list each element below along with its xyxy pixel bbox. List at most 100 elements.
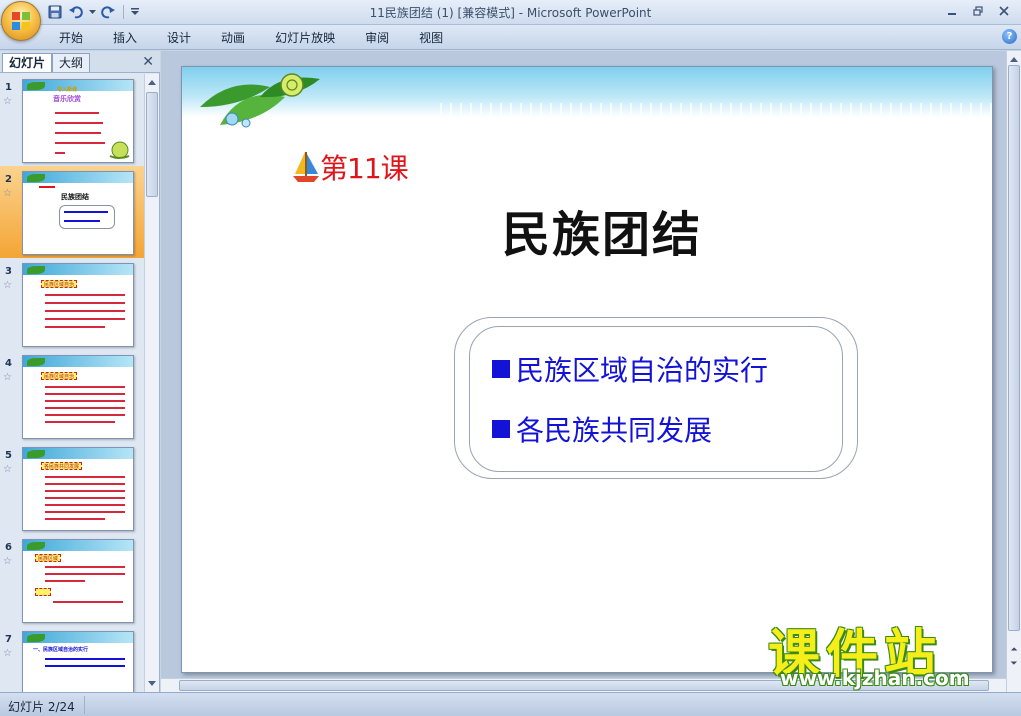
slide-thumbnail-4[interactable]: 4 ☆ 民族区域自治 — [0, 350, 144, 442]
thumbnail-title: 民族团结 — [61, 193, 89, 201]
thumbnail-text-line — [45, 504, 125, 506]
thumbnail-title: 一、民族区域自治的实行 — [33, 647, 89, 653]
thumbnail-label: 民族区域 — [35, 554, 62, 562]
thumbnail-card: 民族区域自治 — [22, 263, 134, 347]
tab-animations[interactable]: 动画 — [209, 29, 257, 47]
leaf-snail-decoration-icon — [200, 73, 320, 128]
watermark-url: www.kjzhan.com — [780, 666, 970, 690]
animation-star-icon: ☆ — [3, 96, 12, 107]
thumbnail-label: 民族区域自治 — [41, 372, 78, 380]
scrollbar-thumb[interactable] — [146, 92, 158, 197]
thumbnail-text-line — [55, 132, 101, 134]
slide-thumbnail-6[interactable]: 6 ☆ 民族区域 — [0, 534, 144, 626]
slide-number: 1 — [5, 82, 12, 93]
animation-star-icon: ☆ — [3, 556, 12, 567]
slide-thumbnails: 1 ☆ 导入新课 音乐欣赏 2 ☆ 民族团结 3 ☆ 民族区域自治 4 ☆ 民族… — [0, 74, 144, 692]
snail-decoration-icon — [109, 141, 130, 159]
ribbon-tabs: 开始 插入 设计 动画 幻灯片放映 审阅 视图 — [47, 29, 461, 47]
thumbnail-card: 民族区域 — [22, 539, 134, 623]
lesson-heading: 第11课 — [292, 147, 409, 187]
bullet-square-icon — [492, 420, 510, 438]
slide-number: 5 — [5, 450, 12, 461]
scrollbar-thumb[interactable] — [1008, 65, 1020, 631]
slide-thumbnail-7[interactable]: 7 ☆ 一、民族区域自治的实行 — [0, 626, 144, 692]
sailboat-icon — [293, 152, 319, 182]
thumbnail-text-line — [55, 142, 105, 144]
watermark: 课件站 www.kjzhan.com — [768, 612, 1008, 692]
title-bar: 11民族团结 (1) [兼容模式] - Microsoft PowerPoint — [0, 0, 1021, 25]
thumbnail-text-line — [45, 580, 85, 582]
thumbnail-text-line — [45, 566, 125, 568]
thumbnail-text-line — [55, 112, 99, 114]
tab-slide-show[interactable]: 幻灯片放映 — [263, 29, 347, 47]
thumbnail-card: 民族区域自治 — [22, 355, 134, 439]
leaf-decoration-icon — [27, 358, 45, 366]
thumbnail-text-line — [45, 400, 125, 402]
slide-header-pattern — [432, 103, 992, 115]
slide-number: 4 — [5, 358, 12, 369]
panel-tabs: 幻灯片 大纲 ✕ — [0, 51, 160, 73]
previous-slide-icon[interactable]: ⏶ — [1008, 645, 1020, 657]
editor-vertical-scrollbar[interactable]: ⏶ ⏷ — [1006, 51, 1021, 692]
tab-home[interactable]: 开始 — [47, 29, 95, 47]
bullet-text: 各民族共同发展 — [516, 414, 713, 447]
scroll-down-icon[interactable] — [148, 681, 156, 686]
tab-design[interactable]: 设计 — [155, 29, 203, 47]
thumbnail-text-line — [53, 601, 123, 603]
next-slide-icon[interactable]: ⏷ — [1008, 659, 1020, 671]
thumbnail-text-line — [45, 386, 125, 388]
slide-thumbnail-3[interactable]: 3 ☆ 民族区域自治 — [0, 258, 144, 350]
slide-thumbnail-2[interactable]: 2 ☆ 民族团结 — [0, 166, 144, 258]
thumbnail-text-line — [45, 310, 125, 312]
leaf-decoration-icon — [27, 634, 45, 642]
slide-thumbnail-5[interactable]: 5 ☆ 各民族共同发展 — [0, 442, 144, 534]
slide-thumbnail-1[interactable]: 1 ☆ 导入新课 音乐欣赏 — [0, 74, 144, 166]
scroll-up-icon[interactable] — [148, 80, 156, 85]
thumbnail-text-line — [64, 211, 108, 213]
close-panel-icon[interactable]: ✕ — [142, 54, 154, 70]
thumbnail-text-line — [45, 511, 125, 513]
close-window-button[interactable] — [993, 2, 1015, 20]
tab-insert[interactable]: 插入 — [101, 29, 149, 47]
leaf-decoration-icon — [27, 174, 45, 182]
thumbnail-text-line — [45, 490, 125, 492]
thumbnail-box — [59, 205, 115, 229]
leaf-decoration-icon — [27, 82, 45, 90]
thumbnail-title: 音乐欣赏 — [53, 95, 81, 103]
bullet-text: 民族区域自治的实行 — [516, 354, 769, 387]
slide-editor: 第11课 民族团结 民族区域自治的实行 各民族共同发展 — [161, 51, 1006, 692]
bullet-item-2: 各民族共同发展 — [492, 409, 712, 449]
minimize-button[interactable] — [941, 2, 963, 20]
ribbon: 开始 插入 设计 动画 幻灯片放映 审阅 视图 ? — [0, 25, 1021, 50]
current-slide[interactable]: 第11课 民族团结 民族区域自治的实行 各民族共同发展 — [181, 66, 993, 673]
thumbnail-card: 各民族共同发展 — [22, 447, 134, 531]
window-title: 11民族团结 (1) [兼容模式] - Microsoft PowerPoint — [369, 6, 652, 20]
thumbnail-text-line — [45, 518, 105, 520]
thumbnail-text-line — [45, 326, 105, 328]
thumbnails-scrollbar[interactable] — [144, 74, 159, 692]
thumbnail-text-line — [45, 407, 125, 409]
tab-outline[interactable]: 大纲 — [52, 53, 91, 72]
thumbnail-text-line — [55, 122, 103, 124]
content-inner-box: 民族区域自治的实行 各民族共同发展 — [469, 326, 843, 472]
tab-view[interactable]: 视图 — [407, 29, 455, 47]
thumbnail-card: 导入新课 音乐欣赏 — [22, 79, 134, 163]
thumbnail-text-line — [45, 483, 125, 485]
minimize-icon — [948, 13, 956, 15]
slide-number: 7 — [5, 634, 12, 645]
scroll-up-icon[interactable] — [1010, 57, 1018, 62]
help-icon[interactable]: ? — [1002, 29, 1017, 44]
restore-icon — [973, 6, 983, 16]
restore-button[interactable] — [967, 2, 989, 20]
thumbnail-text-line — [64, 220, 100, 222]
bullet-square-icon — [492, 360, 510, 378]
tab-slides[interactable]: 幻灯片 — [2, 53, 53, 72]
thumbnail-label-box — [35, 588, 51, 596]
tab-review[interactable]: 审阅 — [353, 29, 401, 47]
office-button[interactable] — [1, 1, 41, 41]
bullet-item-1: 民族区域自治的实行 — [492, 349, 768, 389]
thumbnail-text-line — [45, 665, 125, 667]
status-bar: 幻灯片 2/24 — [0, 692, 1021, 716]
leaf-decoration-icon — [27, 450, 45, 458]
slide-number: 3 — [5, 266, 12, 277]
